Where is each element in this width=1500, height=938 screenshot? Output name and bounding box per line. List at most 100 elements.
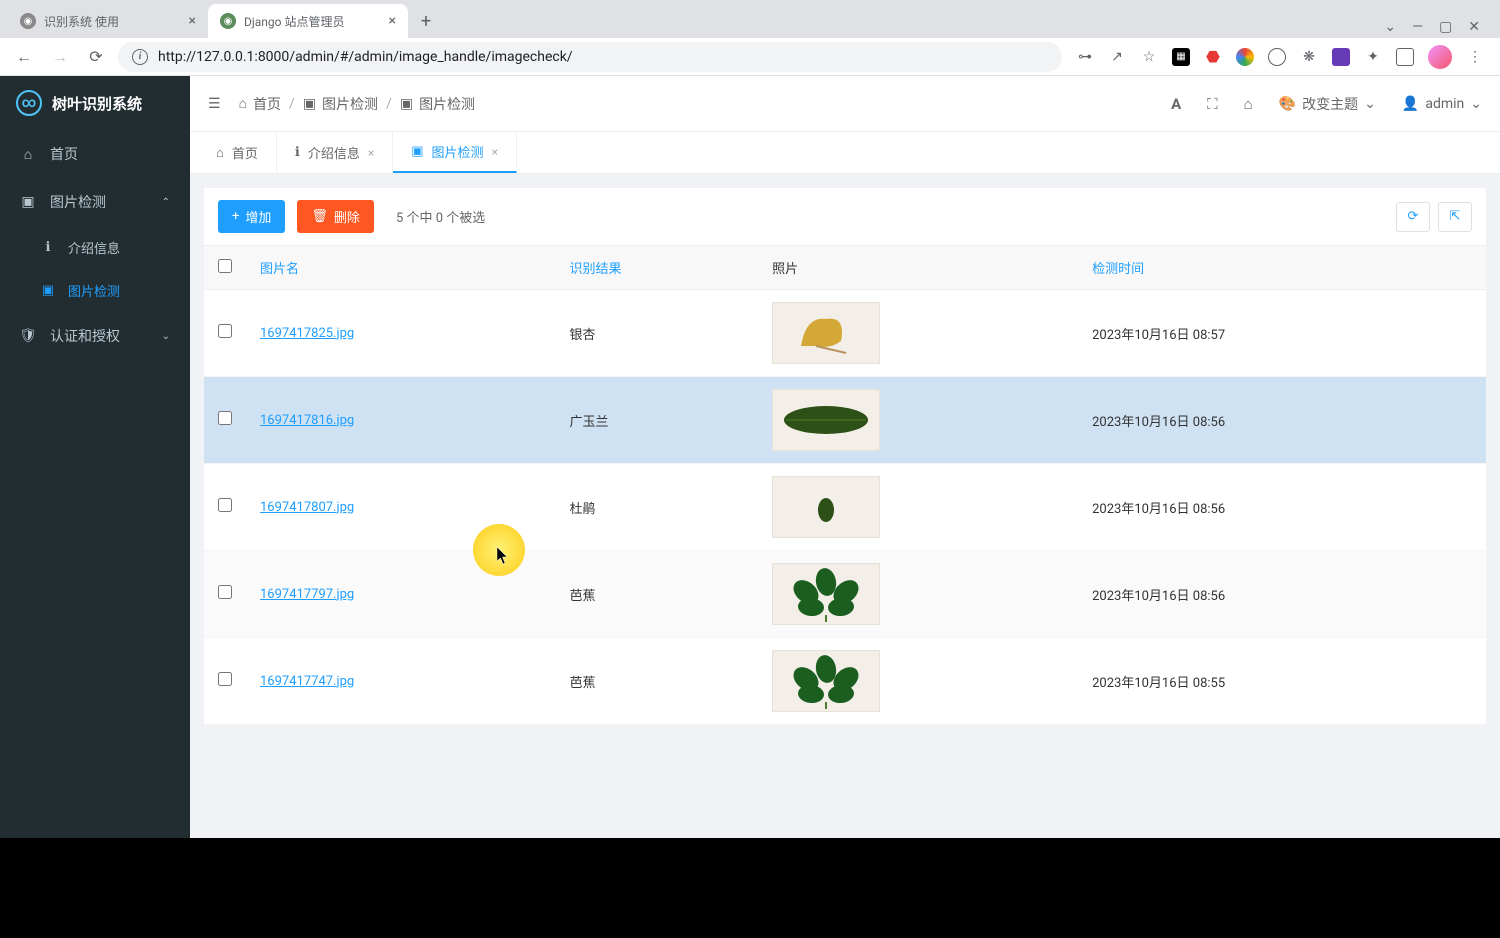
close-icon[interactable]: ×	[368, 146, 374, 160]
row-checkbox[interactable]	[218, 324, 232, 338]
site-info-icon[interactable]: i	[132, 49, 148, 65]
close-icon[interactable]: ×	[389, 13, 396, 29]
ext-icon-4[interactable]	[1268, 48, 1286, 66]
topbar-right: A ⛶ ⌂ 🎨 改变主题 ⌄ 👤 admin ⌄	[1171, 94, 1482, 114]
home-icon[interactable]: ⌂	[1244, 95, 1253, 113]
chevron-down-icon[interactable]: ⌄	[1384, 19, 1396, 35]
sidebar-sub-intro[interactable]: ℹ 介绍信息	[0, 226, 190, 269]
sidebar-item-auth[interactable]: 🛡 认证和授权 ⌄	[0, 312, 190, 360]
time-cell: 2023年10月16日 08:56	[1078, 464, 1486, 551]
ext-icon-3[interactable]	[1236, 48, 1254, 66]
ext-icon-1[interactable]: ▦	[1172, 48, 1190, 66]
result-cell: 芭蕉	[555, 551, 758, 638]
selection-status: 5 个中 0 个被选	[396, 207, 485, 226]
time-cell: 2023年10月16日 08:56	[1078, 551, 1486, 638]
url-text: http://127.0.0.1:8000/admin/#/admin/imag…	[158, 49, 573, 65]
info-icon: ℹ	[295, 145, 300, 160]
refresh-button[interactable]: ⟳	[1396, 202, 1430, 232]
tab-title-0: 识别系统 使用	[44, 13, 119, 30]
thumbnail[interactable]	[772, 563, 880, 625]
col-result[interactable]: 识别结果	[555, 246, 758, 290]
theme-button[interactable]: 🎨 改变主题 ⌄	[1279, 94, 1376, 114]
home-icon: ⌂	[20, 146, 36, 163]
sidebar: ∞ 树叶识别系统 ⌂ 首页 ▣ 图片检测 ⌃ ℹ 介绍信息 ▣ 图片检测 🛡 认…	[0, 76, 190, 838]
result-cell: 芭蕉	[555, 638, 758, 725]
tab-home[interactable]: ⌂ 首页	[198, 132, 277, 173]
expand-button[interactable]: ⇱	[1438, 202, 1472, 232]
row-checkbox[interactable]	[218, 585, 232, 599]
new-tab-button[interactable]: +	[412, 7, 440, 35]
breadcrumb-mid[interactable]: ▣ 图片检测	[303, 94, 378, 114]
maximize-icon[interactable]: ▢	[1439, 19, 1452, 35]
col-time[interactable]: 检测时间	[1078, 246, 1486, 290]
result-cell: 杜鹃	[555, 464, 758, 551]
hamburger-icon[interactable]: ☰	[208, 96, 221, 112]
row-checkbox[interactable]	[218, 498, 232, 512]
select-all-checkbox[interactable]	[218, 259, 232, 273]
thumbnail[interactable]	[772, 650, 880, 712]
result-cell: 广玉兰	[555, 377, 758, 464]
camera-icon: ▣	[20, 194, 36, 210]
page-tabs: ⌂ 首页 ℹ 介绍信息 × ▣ 图片检测 ×	[190, 132, 1500, 174]
tab-detect[interactable]: ▣ 图片检测 ×	[393, 132, 517, 173]
col-name[interactable]: 图片名	[246, 246, 555, 290]
share-icon[interactable]: ↗	[1108, 48, 1126, 66]
address-bar: ← → ⟳ i http://127.0.0.1:8000/admin/#/ad…	[0, 38, 1500, 76]
brand-title: 树叶识别系统	[52, 93, 142, 114]
star-icon[interactable]: ☆	[1140, 48, 1158, 66]
close-window-icon[interactable]: ✕	[1468, 19, 1480, 35]
key-icon[interactable]: ⊶	[1076, 48, 1094, 66]
close-icon[interactable]: ×	[492, 145, 498, 159]
tab-intro[interactable]: ℹ 介绍信息 ×	[277, 132, 393, 173]
add-button[interactable]: + 增加	[218, 200, 285, 233]
tab-title-1: Django 站点管理员	[244, 13, 344, 30]
minimize-icon[interactable]: —	[1412, 19, 1423, 35]
image-name-link[interactable]: 1697417816.jpg	[260, 413, 354, 428]
camera-icon: ▣	[303, 96, 316, 112]
table-row: 1697417816.jpg 广玉兰 2023年10月16日 08:56	[204, 377, 1486, 464]
extensions-icon[interactable]: ✦	[1364, 48, 1382, 66]
close-icon[interactable]: ×	[189, 13, 196, 29]
sidebar-sub-detect[interactable]: ▣ 图片检测	[0, 269, 190, 312]
ext-icon-6[interactable]	[1332, 48, 1350, 66]
row-checkbox[interactable]	[218, 672, 232, 686]
sidebar-item-home[interactable]: ⌂ 首页	[0, 130, 190, 178]
globe-icon: ◉	[20, 13, 36, 29]
result-cell: 银杏	[555, 290, 758, 377]
breadcrumb: ⌂ 首页 / ▣ 图片检测 / ▣ 图片检测	[239, 94, 476, 114]
image-name-link[interactable]: 1697417797.jpg	[260, 587, 354, 602]
image-name-link[interactable]: 1697417825.jpg	[260, 326, 354, 341]
sidebar-label-home: 首页	[50, 144, 78, 164]
url-input[interactable]: i http://127.0.0.1:8000/admin/#/admin/im…	[118, 42, 1062, 72]
breadcrumb-home[interactable]: ⌂ 首页	[239, 94, 281, 114]
globe-icon: ◉	[220, 13, 236, 29]
chevron-down-icon: ⌄	[1364, 96, 1376, 112]
menu-icon[interactable]: ⋮	[1466, 48, 1484, 66]
browser-tab-1[interactable]: ◉ Django 站点管理员 ×	[208, 4, 408, 38]
thumbnail[interactable]	[772, 476, 880, 538]
sidebar-item-detect[interactable]: ▣ 图片检测 ⌃	[0, 178, 190, 226]
reload-button[interactable]: ⟳	[82, 43, 110, 71]
back-button[interactable]: ←	[10, 43, 38, 71]
ext-icon-2[interactable]: ⬣	[1204, 48, 1222, 66]
user-menu[interactable]: 👤 admin ⌄	[1402, 96, 1482, 112]
image-name-link[interactable]: 1697417807.jpg	[260, 500, 354, 515]
image-name-link[interactable]: 1697417747.jpg	[260, 674, 354, 689]
time-cell: 2023年10月16日 08:55	[1078, 638, 1486, 725]
thumbnail[interactable]	[772, 389, 880, 451]
main-area: ☰ ⌂ 首页 / ▣ 图片检测 / ▣ 图片检测 A ⛶	[190, 76, 1500, 838]
fullscreen-icon[interactable]: ⛶	[1207, 95, 1218, 113]
window-controls: ⌄ — ▢ ✕	[1372, 19, 1492, 35]
forward-button[interactable]: →	[46, 43, 74, 71]
browser-tab-0[interactable]: ◉ 识别系统 使用 ×	[8, 4, 208, 38]
delete-button[interactable]: 🗑 删除	[297, 200, 374, 233]
font-icon[interactable]: A	[1171, 95, 1181, 113]
ext-icon-5[interactable]: ❋	[1300, 48, 1318, 66]
thumbnail[interactable]	[772, 302, 880, 364]
table-row: 1697417807.jpg 杜鹃 2023年10月16日 08:56	[204, 464, 1486, 551]
row-checkbox[interactable]	[218, 411, 232, 425]
brand: ∞ 树叶识别系统	[0, 76, 190, 130]
table-row: 1697417797.jpg 芭蕉 2023年10月16日 08:56	[204, 551, 1486, 638]
profile-avatar[interactable]	[1428, 45, 1452, 69]
side-panel-icon[interactable]	[1396, 48, 1414, 66]
